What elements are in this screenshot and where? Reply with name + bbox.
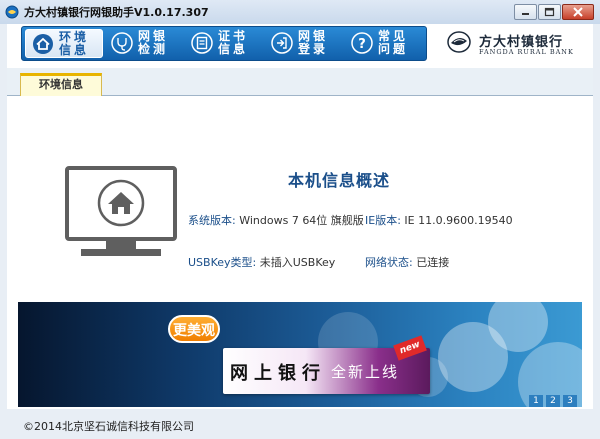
maximize-icon [544, 7, 555, 17]
nav-label: 网银检测 [138, 29, 169, 56]
nav-label: 证书信息 [218, 29, 249, 56]
network-status-row: 网络状态: 已连接 [365, 254, 449, 270]
bank-name-english: FANGDA RURAL BANK [479, 48, 574, 56]
nav-item-environment[interactable]: 环境信息 [25, 29, 103, 58]
title-bar: 方大村镇银行网银助手V1.0.17.307 [0, 0, 600, 24]
ie-version-row: IE版本: IE 11.0.9600.19540 [365, 212, 513, 228]
window-title: 方大村镇银行网银助手V1.0.17.307 [24, 6, 209, 19]
home-icon [33, 34, 53, 54]
nav-item-faq[interactable]: ? 常见问题 [345, 29, 423, 58]
network-status-label: 网络状态: [365, 256, 413, 269]
close-icon [573, 7, 583, 17]
info-title: 本机信息概述 [288, 171, 391, 190]
os-version-label: 系统版本: [188, 214, 236, 227]
os-version-value: Windows 7 64位 旗舰版 [239, 214, 364, 227]
banner-sub-text: 全新上线 [331, 363, 400, 381]
main-nav: 环境信息 网银检测 证书信息 网银登录 ? 常见问题 [21, 26, 427, 61]
minimize-button[interactable] [514, 4, 537, 20]
nav-label: 网银登录 [298, 29, 329, 56]
usbkey-value: 未插入USBKey [259, 256, 336, 269]
tab-strip: 环境信息 [7, 68, 593, 96]
status-bar: ©2014北京坚石诚信科技有限公司 [7, 416, 593, 437]
promo-banner[interactable]: 更美观 网上银行 全新上线 new 1 2 3 [18, 302, 582, 407]
header: 环境信息 网银检测 证书信息 网银登录 ? 常见问题 方大村镇银行 FANGDA… [7, 24, 593, 68]
nav-label: 常见问题 [378, 29, 409, 56]
nav-item-certificate[interactable]: 证书信息 [185, 29, 263, 58]
usbkey-row: USBKey类型: 未插入USBKey [188, 254, 335, 270]
os-version-row: 系统版本: Windows 7 64位 旗舰版 [188, 212, 364, 228]
network-status-value: 已连接 [416, 256, 450, 269]
banner-main-text: 网上银行 [230, 363, 326, 384]
banner-page-1[interactable]: 1 [529, 395, 543, 407]
banner-pill: 更美观 [168, 315, 220, 343]
minimize-icon [522, 13, 529, 15]
tab-environment[interactable]: 环境信息 [20, 73, 102, 96]
stethoscope-icon [111, 32, 133, 54]
close-button[interactable] [562, 4, 594, 20]
usbkey-label: USBKey类型: [188, 256, 257, 269]
ie-version-label: IE版本: [365, 214, 401, 227]
nav-item-check[interactable]: 网银检测 [105, 29, 183, 58]
certificate-icon [191, 32, 213, 54]
copyright-text: ©2014北京坚石诚信科技有限公司 [23, 420, 194, 433]
ie-version-value: IE 11.0.9600.19540 [404, 214, 513, 227]
banner-page-2[interactable]: 2 [546, 395, 560, 407]
app-window: 方大村镇银行网银助手V1.0.17.307 环境信息 网银检测 证书信息 网银登… [0, 0, 600, 439]
bank-logo-icon [447, 31, 471, 53]
banner-page-3[interactable]: 3 [563, 395, 577, 407]
computer-monitor-icon [65, 166, 177, 256]
app-icon [5, 5, 19, 19]
svg-text:?: ? [358, 37, 366, 52]
login-icon [271, 32, 293, 54]
nav-label: 环境信息 [59, 30, 90, 57]
maximize-button[interactable] [538, 4, 561, 20]
nav-item-login[interactable]: 网银登录 [265, 29, 343, 58]
question-icon: ? [351, 32, 373, 54]
